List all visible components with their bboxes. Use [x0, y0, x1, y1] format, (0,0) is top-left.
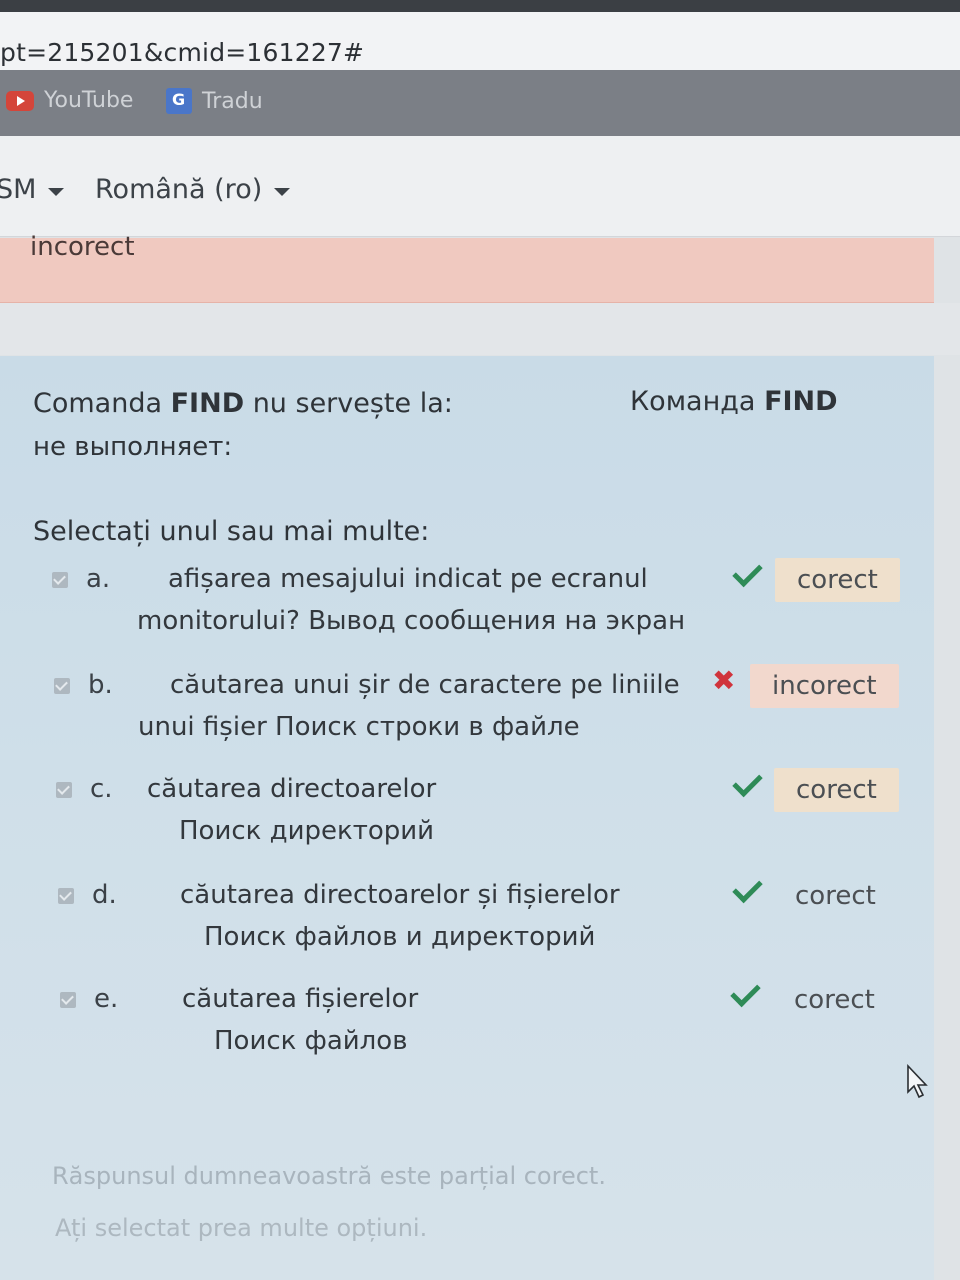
option-text-line2: Поиск файлов и директорий — [204, 922, 596, 952]
chevron-down-icon — [274, 187, 291, 196]
question-text-ro: Comanda FIND nu servește la: — [33, 388, 453, 419]
bookmark-youtube-label: YouTube — [44, 88, 134, 113]
youtube-icon — [6, 90, 34, 111]
option-text-line2: Поиск директорий — [179, 816, 435, 846]
question-text-ru-line2: не выполняет: — [33, 432, 233, 462]
answer-option-a[interactable]: a. afișarea mesajului indicat pe ecranul… — [0, 556, 934, 660]
language-selector[interactable]: Română (ro) — [95, 174, 291, 205]
option-text-line1: căutarea directoarelor — [147, 774, 437, 804]
previous-question-feedback: incorect — [0, 232, 934, 303]
option-text-line1: căutarea directoarelor și fișierelor — [180, 880, 620, 910]
option-text-line1: căutarea fișierelor — [182, 984, 419, 1014]
site-navbar: SM Română (ro) — [0, 136, 960, 237]
question-ro-bold: FIND — [170, 388, 245, 419]
summary-too-many-options: Ați selectat prea multe opțiuni. — [55, 1214, 428, 1242]
result-badge: corect — [795, 881, 876, 911]
option-text-line2: unui fișier Поиск строки в файле — [138, 712, 580, 742]
checkbox-a[interactable] — [52, 572, 68, 588]
check-icon — [730, 976, 761, 1008]
summary-partial-correct: Răspunsul dumneavoastră este parțial cor… — [52, 1162, 606, 1190]
result-badge: corect — [794, 985, 875, 1015]
answer-option-c[interactable]: c. căutarea directoarelor Поиск директор… — [0, 766, 934, 870]
browser-top-strip — [0, 0, 960, 12]
feedback-text: incorect — [30, 232, 135, 262]
option-text-line1: afișarea mesajului indicat pe ecranul — [168, 564, 648, 594]
result-badge: incorect — [750, 664, 899, 708]
option-letter: c. — [90, 774, 113, 804]
translate-icon — [166, 88, 192, 114]
question-text-ru: Команда FIND — [630, 386, 838, 417]
answer-option-d[interactable]: d. căutarea directoarelor și fișierelor … — [0, 872, 934, 976]
url-text[interactable]: pt=215201&cmid=161227# — [0, 38, 364, 67]
spacer — [0, 303, 960, 355]
option-text-line2: monitorului? Вывод сообщения на экран — [137, 606, 686, 636]
option-letter: e. — [94, 984, 119, 1014]
question-ru-prefix: Команда — [630, 386, 765, 417]
mouse-cursor-icon — [906, 1063, 932, 1100]
result-badge: corect — [775, 558, 900, 602]
nav-menu-sm[interactable]: SM — [0, 174, 65, 205]
bookmark-tradu[interactable]: Tradu — [166, 88, 263, 114]
checkbox-e[interactable] — [60, 992, 76, 1008]
question-panel: Comanda FIND nu servește la: Команда FIN… — [0, 356, 934, 1280]
question-ro-suffix: nu servește la: — [244, 388, 453, 419]
option-text-line2: Поиск файлов — [214, 1026, 408, 1056]
bookmark-youtube[interactable]: YouTube — [6, 88, 133, 113]
cross-icon: ✖ — [712, 664, 736, 697]
checkbox-b[interactable] — [54, 678, 70, 694]
check-icon — [732, 872, 763, 904]
answer-option-b[interactable]: b. căutarea unui șir de caractere pe lin… — [0, 664, 934, 766]
checkbox-d[interactable] — [58, 888, 74, 904]
language-label: Română (ro) — [95, 174, 263, 205]
nav-menu-sm-label: SM — [0, 174, 37, 205]
option-text-line1: căutarea unui șir de caractere pe liniil… — [170, 670, 680, 700]
option-letter: d. — [92, 880, 117, 910]
question-ro-prefix: Comanda — [33, 388, 171, 419]
address-bar[interactable]: pt=215201&cmid=161227# — [0, 12, 960, 71]
checkbox-c[interactable] — [56, 782, 72, 798]
result-badge: corect — [774, 768, 899, 812]
question-ru-bold: FIND — [764, 386, 838, 417]
answer-option-e[interactable]: e. căutarea fișierelor Поиск файлов core… — [0, 976, 934, 1080]
option-letter: a. — [86, 564, 111, 594]
chevron-down-icon — [48, 187, 65, 196]
bookmark-tradu-label: Tradu — [202, 88, 263, 114]
bookmarks-bar: YouTube Tradu — [0, 70, 960, 136]
option-letter: b. — [88, 670, 113, 700]
check-icon — [732, 556, 763, 588]
check-icon — [732, 766, 763, 798]
select-prompt: Selectați unul sau mai multe: — [33, 516, 430, 547]
